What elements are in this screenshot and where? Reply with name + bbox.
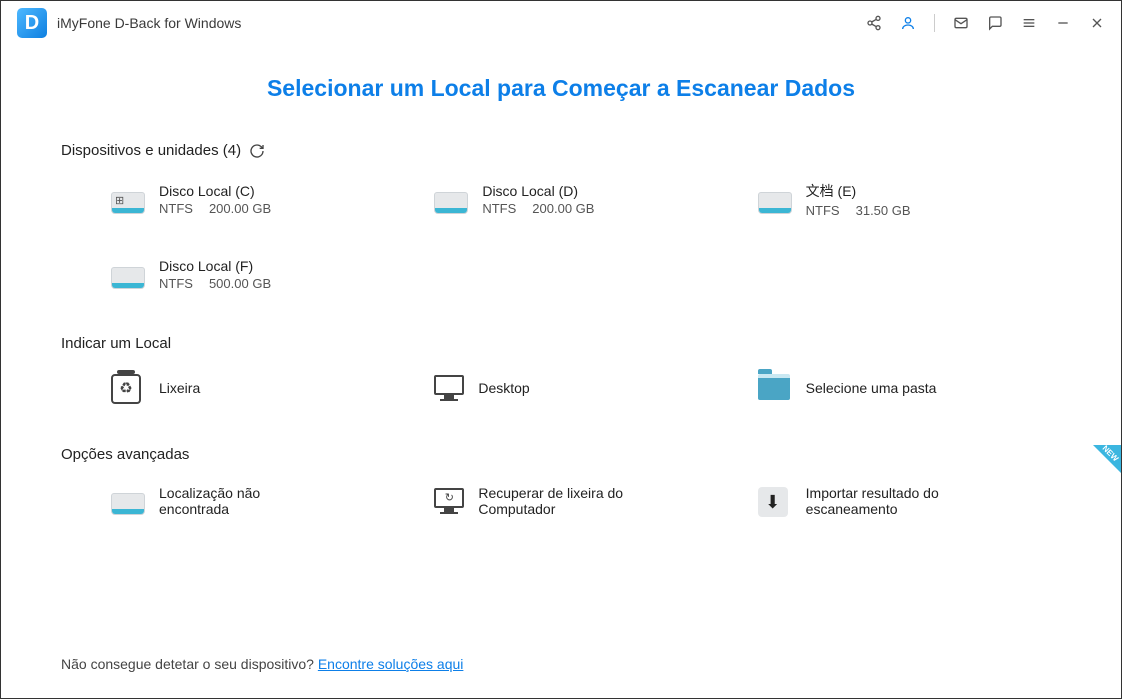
- drive-icon: [758, 186, 792, 214]
- item-label: Lixeira: [159, 380, 200, 396]
- download-icon: ⬇: [758, 487, 792, 515]
- titlebar: D iMyFone D-Back for Windows: [1, 1, 1121, 45]
- drive-name: Disco Local (D): [482, 183, 594, 199]
- section-advanced-title: Opções avançadas: [61, 446, 1061, 463]
- drive-sub: NTFS 200.00 GB: [482, 201, 594, 216]
- drive-icon: [434, 186, 468, 214]
- location-grid: Lixeira Desktop Selecione uma pasta: [61, 374, 1061, 402]
- drive-d[interactable]: Disco Local (D) NTFS 200.00 GB: [434, 181, 737, 218]
- app-title: iMyFone D-Back for Windows: [57, 15, 241, 31]
- drive-e[interactable]: 文档 (E) NTFS 31.50 GB: [758, 181, 1061, 218]
- menu-icon[interactable]: [1021, 15, 1037, 31]
- item-label: Importar resultado do escaneamento: [806, 485, 986, 517]
- mail-icon[interactable]: [953, 15, 969, 31]
- item-label: Desktop: [478, 380, 529, 396]
- trash-icon: [111, 374, 145, 402]
- advanced-import-scan[interactable]: ⬇ Importar resultado do escaneamento NEW: [758, 485, 1061, 517]
- drive-sub: NTFS 31.50 GB: [806, 203, 911, 218]
- footer-text: Não consegue detetar o seu dispositivo?: [61, 656, 318, 672]
- minimize-icon[interactable]: [1055, 15, 1071, 31]
- drive-icon: [111, 261, 145, 289]
- desktop-icon: [434, 375, 464, 401]
- drive-sub: NTFS 200.00 GB: [159, 201, 271, 216]
- close-icon[interactable]: [1089, 15, 1105, 31]
- drive-name: Disco Local (C): [159, 183, 271, 199]
- location-trash[interactable]: Lixeira: [111, 374, 414, 402]
- advanced-recover-recycle[interactable]: Recuperar de lixeira do Computador: [434, 485, 737, 517]
- section-devices-title: Dispositivos e unidades (4): [61, 142, 1061, 159]
- drive-name: 文档 (E): [806, 181, 911, 201]
- user-icon[interactable]: [900, 15, 916, 31]
- refresh-icon[interactable]: [249, 143, 265, 159]
- folder-icon: [758, 374, 792, 402]
- item-label: Selecione uma pasta: [806, 380, 937, 396]
- advanced-grid: Localização não encontrada Recuperar de …: [61, 485, 1061, 517]
- drive-c[interactable]: Disco Local (C) NTFS 200.00 GB: [111, 181, 414, 218]
- section-location-title: Indicar um Local: [61, 335, 1061, 352]
- titlebar-controls: [866, 14, 1105, 32]
- devices-grid: Disco Local (C) NTFS 200.00 GB Disco Loc…: [61, 181, 1061, 291]
- titlebar-divider: [934, 14, 935, 32]
- location-desktop[interactable]: Desktop: [434, 374, 737, 402]
- drive-icon: [111, 487, 145, 515]
- drive-f[interactable]: Disco Local (F) NTFS 500.00 GB: [111, 258, 414, 291]
- drive-icon: [111, 186, 145, 214]
- drive-sub: NTFS 500.00 GB: [159, 276, 271, 291]
- drive-name: Disco Local (F): [159, 258, 271, 274]
- advanced-lost-location[interactable]: Localização não encontrada: [111, 485, 414, 517]
- page-title: Selecionar um Local para Começar a Escan…: [1, 75, 1121, 102]
- item-label: Recuperar de lixeira do Computador: [478, 485, 658, 517]
- feedback-icon[interactable]: [987, 15, 1003, 31]
- share-icon[interactable]: [866, 15, 882, 31]
- item-label: Localização não encontrada: [159, 485, 319, 517]
- footer: Não consegue detetar o seu dispositivo? …: [61, 656, 463, 672]
- new-badge: NEW: [1093, 445, 1121, 473]
- app-logo: D: [17, 8, 47, 38]
- footer-link[interactable]: Encontre soluções aqui: [318, 656, 464, 672]
- recycle-computer-icon: [434, 488, 464, 514]
- location-select-folder[interactable]: Selecione uma pasta: [758, 374, 1061, 402]
